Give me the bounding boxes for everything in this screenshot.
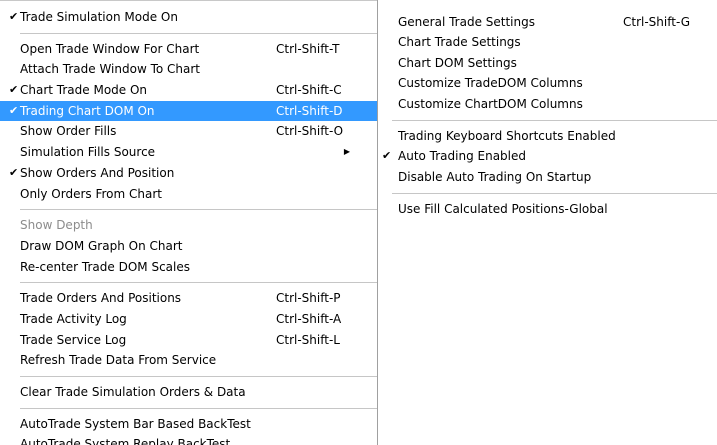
menu-item-label: General Trade Settings	[398, 15, 535, 29]
menu-item-shortcut: Ctrl-Shift-A	[276, 311, 342, 326]
chart-trade-settings-item[interactable]: Chart Trade Settings	[378, 32, 717, 52]
menu-item-shortcut: Ctrl-Shift-G	[623, 15, 691, 29]
auto-trading-enabled-item[interactable]: ✔ Auto Trading Enabled	[378, 146, 717, 166]
trade-service-log-item[interactable]: Trade Service Log Ctrl-Shift-L	[0, 330, 377, 351]
menu-separator	[0, 204, 377, 215]
menu-item-label: Trade Service Log	[20, 332, 127, 347]
attach-trade-window-item[interactable]: Attach Trade Window To Chart	[0, 59, 377, 80]
menu-item-label: Simulation Fills Source	[20, 145, 156, 160]
menu-item-label: Show Order Fills	[20, 124, 117, 139]
menu-item-label: Chart Trade Settings	[398, 35, 521, 50]
trading-chart-dom-item[interactable]: ✔ Trading Chart DOM On Ctrl-Shift-D	[0, 100, 377, 122]
menu-item-label: Draw DOM Graph On Chart	[20, 238, 183, 253]
menu-item-label: Use Fill Calculated Positions-Global	[398, 202, 608, 217]
only-orders-from-chart-item[interactable]: Only Orders From Chart	[0, 184, 377, 205]
trade-settings-menu-items: General Trade Settings Ctrl-Shift-G Chart …	[378, 12, 717, 220]
draw-dom-graph-item[interactable]: Draw DOM Graph On Chart	[0, 236, 377, 257]
customize-chartdom-columns-item[interactable]: Customize ChartDOM Columns	[378, 94, 717, 114]
simulation-fills-source-item[interactable]: Simulation Fills Source ▶	[0, 142, 377, 163]
menu-separator	[0, 403, 377, 414]
recenter-trade-dom-scales-item[interactable]: Re-center Trade DOM Scales	[0, 257, 377, 278]
menu-top-border	[0, 0, 377, 1]
menu-item-label: Only Orders From Chart	[20, 186, 162, 201]
use-fill-calculated-positions-item[interactable]: Use Fill Calculated Positions-Global	[378, 199, 717, 219]
menu-item-label: Trade Simulation Mode On	[20, 10, 178, 24]
chart-dom-settings-item[interactable]: Chart DOM Settings	[378, 53, 717, 73]
clear-trade-simulation-item[interactable]: Clear Trade Simulation Orders & Data	[0, 382, 377, 403]
disable-auto-trading-startup-item[interactable]: Disable Auto Trading On Startup	[378, 167, 717, 187]
show-orders-and-position-item[interactable]: ✔ Show Orders And Position	[0, 163, 377, 184]
menu-item-label: Refresh Trade Data From Service	[20, 353, 217, 368]
menu-item-label: Open Trade Window For Chart	[20, 41, 200, 56]
trade-menu: ✔ Trade Simulation Mode On Open Trade Wind…	[0, 0, 378, 445]
menu-item-label: Attach Trade Window To Chart	[20, 62, 200, 77]
menu-item-shortcut: Ctrl-Shift-O	[276, 124, 344, 139]
menu-separator	[378, 187, 717, 199]
menu-separator	[378, 114, 717, 126]
show-order-fills-item[interactable]: Show Order Fills Ctrl-Shift-O	[0, 121, 377, 142]
autotrade-bar-backtest-item[interactable]: AutoTrade System Bar Based BackTest	[0, 414, 377, 435]
show-depth-item: Show Depth	[0, 215, 377, 236]
menu-item-label: Re-center Trade DOM Scales	[20, 259, 190, 274]
menu-item-shortcut: Ctrl-Shift-C	[276, 83, 342, 98]
menu-item-label: AutoTrade System Replay BackTest	[20, 437, 231, 445]
chart-trade-mode-item[interactable]: ✔ Chart Trade Mode On Ctrl-Shift-C	[0, 80, 377, 101]
menu-item-shortcut: Ctrl-Shift-T	[276, 41, 340, 56]
menu-item-label: Trading Chart DOM On	[20, 103, 155, 118]
menu-item-label: Trading Keyboard Shortcuts Enabled	[398, 128, 616, 143]
trade-settings-menu: General Trade Settings Ctrl-Shift-G Chart …	[378, 0, 717, 445]
submenu-arrow-icon: ▶	[343, 147, 350, 157]
menu-item-label: Show Orders And Position	[20, 165, 175, 180]
autotrade-replay-backtest-item[interactable]: AutoTrade System Replay BackTest	[0, 434, 377, 445]
checkmark-icon: ✔	[382, 149, 392, 163]
menu-separator	[0, 28, 377, 39]
menu-item-label: AutoTrade System Bar Based BackTest	[20, 416, 251, 431]
menu-item-label: Auto Trading Enabled	[398, 149, 527, 164]
refresh-trade-data-item[interactable]: Refresh Trade Data From Service	[0, 350, 377, 371]
menu-item-label: Trade Activity Log	[20, 311, 127, 326]
menu-item-shortcut: Ctrl-Shift-D	[276, 103, 343, 118]
menu-item-label: Disable Auto Trading On Startup	[398, 169, 592, 184]
menu-item-label: Customize ChartDOM Columns	[398, 96, 583, 111]
trading-keyboard-shortcuts-item[interactable]: Trading Keyboard Shortcuts Enabled	[378, 126, 717, 146]
menu-item-label: Customize TradeDOM Columns	[398, 76, 583, 91]
menu-item-label: Show Depth	[20, 218, 93, 233]
customize-tradedom-columns-item[interactable]: Customize TradeDOM Columns	[378, 73, 717, 93]
menu-item-label: Chart DOM Settings	[398, 55, 517, 70]
menu-item-label: Chart Trade Mode On	[20, 83, 148, 98]
menu-item-shortcut: Ctrl-Shift-P	[276, 291, 341, 306]
menu-item-shortcut: Ctrl-Shift-L	[276, 332, 340, 347]
trade-simulation-mode-item[interactable]: ✔ Trade Simulation Mode On	[0, 7, 377, 28]
general-trade-settings-item[interactable]: General Trade Settings Ctrl-Shift-G	[378, 12, 717, 32]
menu-item-label: Trade Orders And Positions	[20, 291, 182, 306]
trade-activity-log-item[interactable]: Trade Activity Log Ctrl-Shift-A	[0, 309, 377, 330]
open-trade-window-item[interactable]: Open Trade Window For Chart Ctrl-Shift-T	[0, 39, 377, 60]
menu-separator	[0, 371, 377, 382]
trade-orders-and-positions-item[interactable]: Trade Orders And Positions Ctrl-Shift-P	[0, 288, 377, 309]
menu-item-label: Clear Trade Simulation Orders & Data	[20, 385, 246, 399]
menu-separator	[0, 277, 377, 288]
trade-menu-items: ✔ Trade Simulation Mode On Open Trade Wind…	[0, 7, 377, 445]
